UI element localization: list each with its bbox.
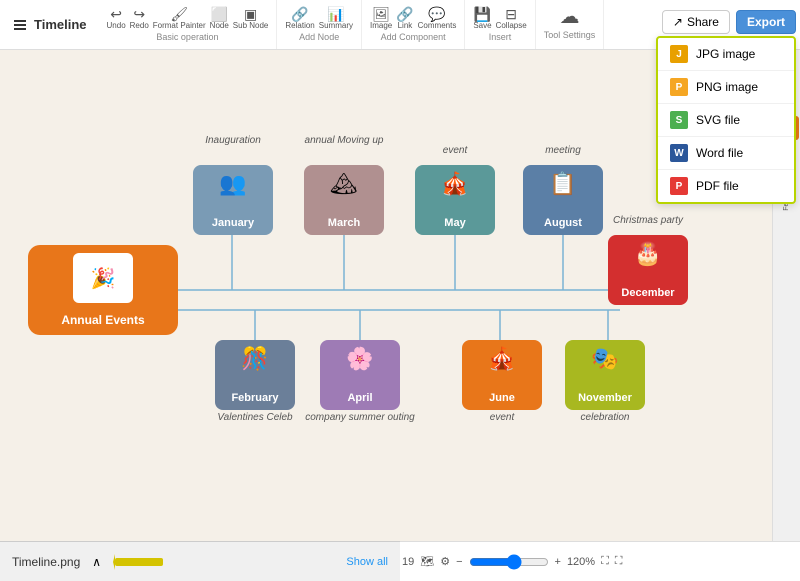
zoom-in-btn[interactable]: + [555,556,561,568]
export-jpg-label: JPG image [696,47,755,61]
insert-label: Insert [489,32,512,42]
share-button[interactable]: ↗ Share [662,10,730,34]
format-painter-btn[interactable]: 🖌Format Painter [153,6,206,30]
relation-btn[interactable]: 🔗Relation [285,6,314,30]
link-btn[interactable]: 🔗Link [396,6,413,30]
november-icon: 🎭 [591,346,618,372]
may-annotation: event [443,145,467,156]
app-title: Timeline [0,17,99,33]
fit-screen-btn[interactable]: ⛶ [601,555,609,568]
settings-icon[interactable]: ⚙ [440,555,450,568]
save-btn[interactable]: 💾Save [473,6,491,30]
add-node-label: Add Node [299,32,339,42]
november-label: November [578,392,632,404]
export-button[interactable]: Export [736,10,796,34]
export-word-label: Word file [696,146,743,160]
download-filename: Timeline.png [12,555,80,569]
summary-btn[interactable]: 📊Summary [319,6,353,30]
november-annotation: celebration [581,412,630,423]
node-december[interactable]: 🎂 December Christmas party [608,235,688,305]
may-label: May [444,217,465,229]
annual-events-icon: 🎉 [73,253,133,303]
svg-icon: S [670,111,688,129]
march-label: March [328,217,360,229]
tool-settings-section: ☁ Tool Settings [536,0,605,49]
export-dropdown: J JPG image P PNG image S SVG file W Wor… [656,36,796,204]
sub-node-btn[interactable]: ▣Sub Node [233,6,269,30]
add-component-label: Add Component [381,32,446,42]
export-word-item[interactable]: W Word file [658,137,794,170]
collapse-btn[interactable]: ⊟Collapse [496,6,527,30]
node-april[interactable]: 🌸 April company summer outing [320,340,400,410]
march-icon: 🏔 [330,171,358,197]
zoom-level: 120% [567,556,595,568]
fullscreen-btn[interactable]: ⛶ [615,555,623,568]
export-jpg-item[interactable]: J JPG image [658,38,794,71]
show-all-button[interactable]: Show all [346,556,388,568]
february-icon: 🎊 [241,346,268,372]
export-png-label: PNG image [696,80,758,94]
august-annotation: meeting [545,145,581,156]
january-icon: 👥 [219,171,246,197]
add-node-section: 🔗Relation 📊Summary Add Node [277,0,362,49]
comments-btn[interactable]: 💬Comments [418,6,457,30]
tool-settings-label: Tool Settings [544,30,596,40]
pdf-icon: P [670,177,688,195]
export-png-item[interactable]: P PNG image [658,71,794,104]
header-right-buttons: ↗ Share Export [662,10,796,34]
april-icon: 🌸 [346,346,373,372]
june-label: June [489,392,515,404]
export-pdf-label: PDF file [696,179,739,193]
node-february[interactable]: 🎊 February Valentines Celeb [215,340,295,410]
january-annotation: Inauguration [205,135,261,146]
map-icon: 🗺 [420,555,434,568]
annual-events-label: Annual Events [61,313,144,327]
download-bar: Timeline.png ∧ Show all [0,541,400,581]
chevron-up-icon[interactable]: ∧ [92,555,101,569]
insert-section: 💾Save ⊟Collapse Insert [465,0,535,49]
node-annual-events[interactable]: 🎉 Annual Events [28,245,178,335]
april-label: April [347,392,372,404]
january-label: January [212,217,254,229]
node-june[interactable]: 🎪 June event [462,340,542,410]
august-icon: 📋 [549,171,576,197]
april-annotation: company summer outing [305,412,415,423]
node-may[interactable]: 🎪 May event [415,165,495,235]
node-november[interactable]: 🎭 November celebration [565,340,645,410]
image-btn[interactable]: 🖼Image [370,6,392,30]
february-label: February [231,392,278,404]
june-icon: 🎪 [488,346,515,372]
december-icon: 🎂 [634,241,661,267]
march-annotation: annual Moving up [305,135,384,146]
basic-operation-label: Basic operation [156,32,218,42]
december-label: December [621,287,674,299]
august-label: August [544,217,582,229]
zoom-slider[interactable] [469,554,549,570]
tool-settings-icon[interactable]: ☁ [559,6,579,28]
export-svg-item[interactable]: S SVG file [658,104,794,137]
february-annotation: Valentines Celeb [217,412,292,423]
december-annotation: Christmas party [613,215,683,226]
export-svg-label: SVG file [696,113,740,127]
add-component-section: 🖼Image 🔗Link 💬Comments Add Component [362,0,465,49]
zoom-out-btn[interactable]: − [456,556,462,568]
node-august[interactable]: 📋 August meeting [523,165,603,235]
node-january[interactable]: 👥 January Inauguration [193,165,273,235]
node-btn[interactable]: ⬜Node [210,6,229,30]
download-arrow-indicator [113,550,173,574]
redo-btn[interactable]: ↪Redo [130,6,149,30]
node-march[interactable]: 🏔 March annual Moving up [304,165,384,235]
word-icon: W [670,144,688,162]
undo-btn[interactable]: ↩Undo [107,6,126,30]
may-icon: 🎪 [441,171,468,197]
png-icon: P [670,78,688,96]
jpg-icon: J [670,45,688,63]
basic-operation-section: ↩Undo ↪Redo 🖌Format Painter ⬜Node ▣Sub N… [99,0,278,49]
export-pdf-item[interactable]: P PDF file [658,170,794,202]
june-annotation: event [490,412,514,423]
